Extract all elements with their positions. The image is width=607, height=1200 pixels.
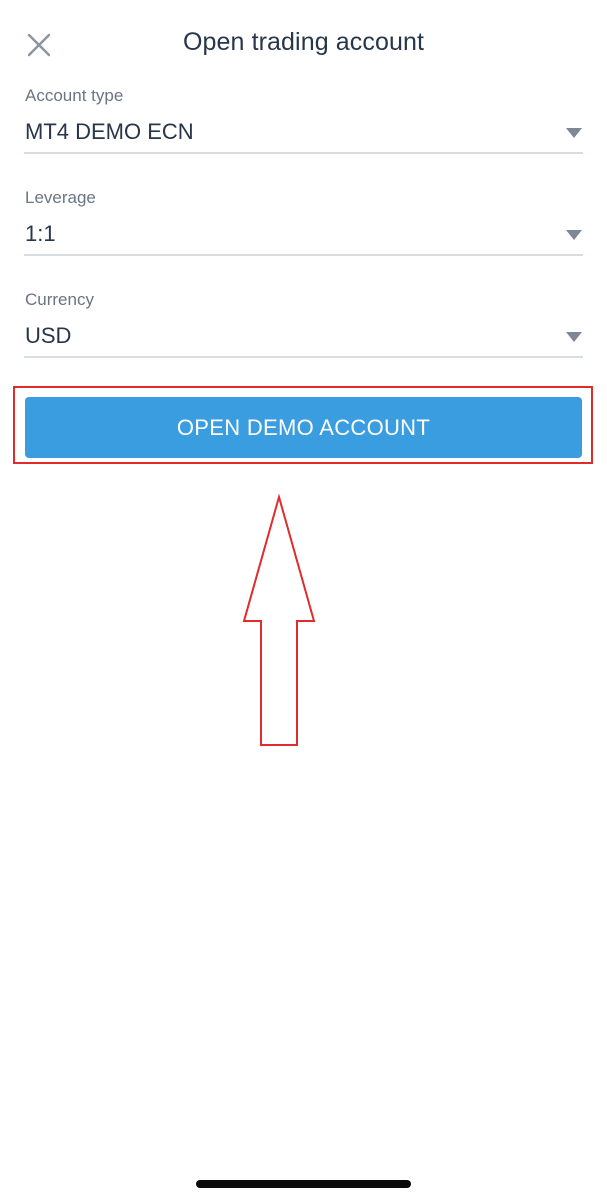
account-type-underline (24, 152, 583, 154)
currency-select[interactable]: Currency USD (24, 290, 583, 362)
page-title: Open trading account (182, 28, 425, 56)
open-demo-account-button[interactable]: OPEN DEMO ACCOUNT (25, 397, 582, 458)
header: Open trading account (0, 0, 607, 90)
currency-label: Currency (25, 290, 94, 309)
leverage-value: 1:1 (25, 221, 56, 246)
leverage-underline (24, 254, 583, 256)
currency-underline (24, 356, 583, 358)
leverage-select[interactable]: Leverage 1:1 (24, 188, 583, 260)
dropdown-caret-icon (566, 128, 582, 138)
home-indicator (196, 1180, 411, 1188)
account-type-value: MT4 DEMO ECN (25, 119, 194, 144)
leverage-label: Leverage (25, 188, 96, 207)
dropdown-caret-icon (566, 230, 582, 240)
dropdown-caret-icon (566, 332, 582, 342)
up-arrow-icon (242, 493, 316, 746)
currency-value: USD (25, 323, 72, 348)
account-type-label: Account type (25, 86, 124, 105)
account-type-select[interactable]: Account type MT4 DEMO ECN (24, 86, 583, 158)
